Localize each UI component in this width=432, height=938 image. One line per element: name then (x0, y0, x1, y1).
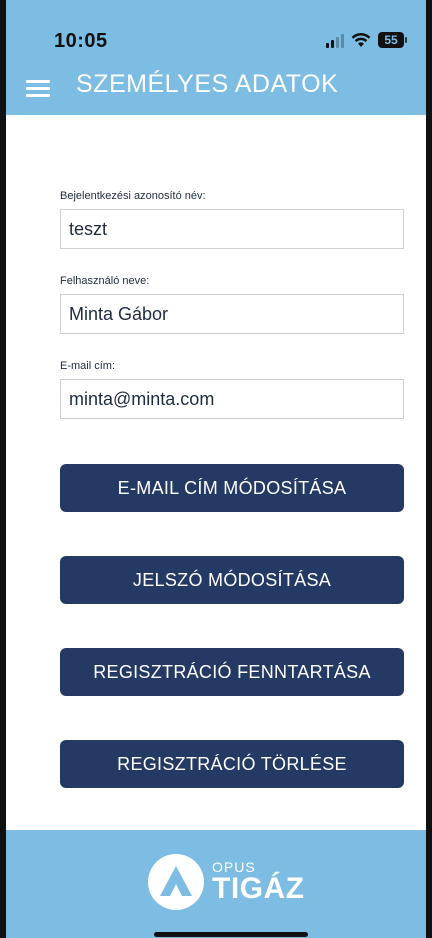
login-name-label: Bejelentkezési azonosító név: (60, 190, 206, 202)
email-label: E-mail cím: (60, 360, 115, 372)
action-buttons: E-MAIL CÍM MÓDOSÍTÁSA JELSZÓ MÓDOSÍTÁSA … (60, 464, 404, 832)
change-password-button[interactable]: JELSZÓ MÓDOSÍTÁSA (60, 556, 404, 604)
page-title: SZEMÉLYES ADATOK (76, 70, 339, 98)
email-input[interactable] (60, 379, 404, 419)
username-field: Felhasználó neve: (60, 275, 404, 334)
delete-registration-button[interactable]: REGISZTRÁCIÓ TÖRLÉSE (60, 740, 404, 788)
login-name-input[interactable] (60, 209, 404, 249)
app-header: 10:05 55 SZEMÉLYES ADATOK (6, 0, 426, 115)
change-email-button[interactable]: E-MAIL CÍM MÓDOSÍTÁSA (60, 464, 404, 512)
wifi-icon (351, 32, 371, 48)
home-indicator[interactable] (154, 932, 308, 937)
email-field: E-mail cím: (60, 360, 404, 419)
cellular-signal-icon (326, 32, 344, 48)
username-input[interactable] (60, 294, 404, 334)
login-name-field: Bejelentkezési azonosító név: (60, 190, 404, 249)
maintain-registration-button[interactable]: REGISZTRÁCIÓ FENNTARTÁSA (60, 648, 404, 696)
battery-icon: 55 (378, 32, 407, 48)
personal-data-form: Bejelentkezési azonosító név: Felhasznál… (60, 190, 404, 445)
status-icons: 55 (326, 32, 407, 48)
status-bar: 10:05 55 (6, 30, 426, 54)
logo-mark-icon (148, 854, 204, 910)
status-time: 10:05 (54, 30, 108, 52)
opus-tigaz-logo: OPUS TIGÁZ (146, 852, 305, 912)
phone-screen: 10:05 55 SZEMÉLYES ADATOK Bejelentkezési… (0, 0, 432, 938)
logo-bottom-text: TIGÁZ (212, 872, 305, 905)
hamburger-menu-icon[interactable] (26, 80, 52, 98)
username-label: Felhasználó neve: (60, 275, 150, 287)
app-footer: OPUS TIGÁZ (6, 830, 426, 938)
